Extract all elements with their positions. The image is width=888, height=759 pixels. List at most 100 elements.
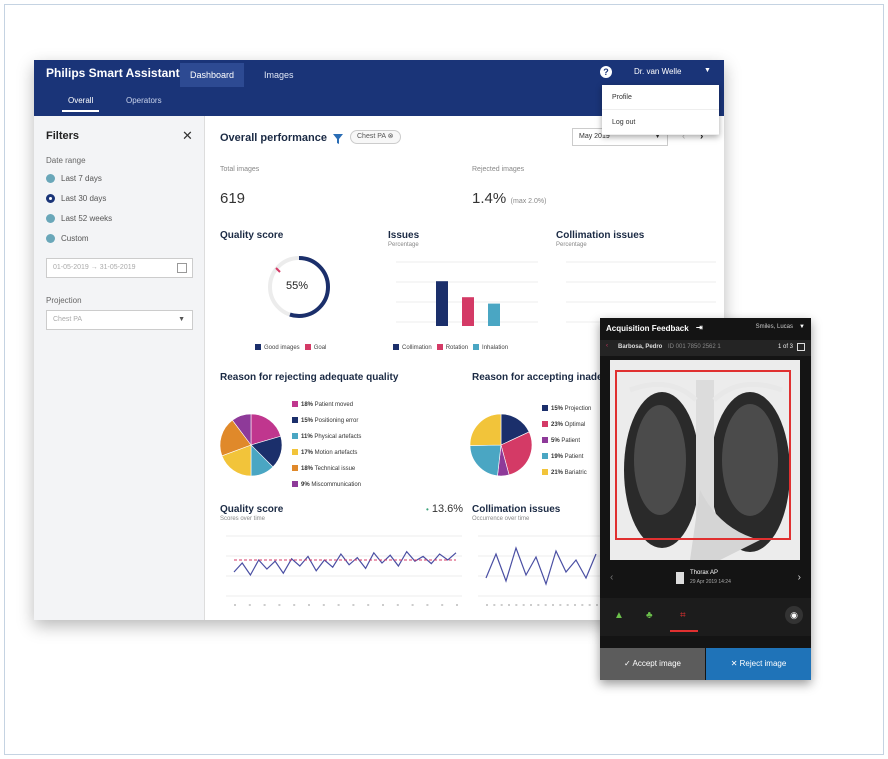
chevron-down-icon[interactable]: ▼: [799, 324, 805, 330]
legend-label: Inhalation: [482, 345, 509, 351]
subtab-operators[interactable]: Operators: [126, 96, 162, 105]
x-tick: [500, 604, 503, 606]
operator-name[interactable]: Smiles, Lucas: [756, 324, 793, 330]
legend-percent: 18%: [301, 402, 314, 408]
menu-item-logout[interactable]: Log out: [602, 110, 719, 135]
legend-percent: 18%: [301, 466, 314, 472]
accept-image-button[interactable]: ✓ Accept image: [600, 648, 705, 680]
filter-chip[interactable]: Chest PA ⊗: [350, 130, 401, 144]
reject-label: Reject image: [739, 659, 787, 668]
legend-label: Miscommunication: [309, 482, 362, 488]
image-counter: 1 of 3: [777, 344, 793, 350]
legend-swatch: [473, 344, 480, 350]
date-range-input[interactable]: 01-05-2019 → 31-05-2019: [46, 258, 193, 278]
filter-chip-label: Chest PA: [357, 133, 386, 140]
projection-value: Chest PA: [53, 316, 83, 323]
close-icon[interactable]: ✕: [182, 128, 193, 144]
legend-swatch: [542, 437, 548, 443]
collapse-icon[interactable]: ⇥: [696, 323, 703, 332]
legend-item: 15% Projection: [542, 404, 591, 414]
xray-image[interactable]: [610, 360, 800, 560]
legend-item: 18% Technical issue: [292, 464, 355, 474]
quality-trend-subtitle: Scores over time: [220, 516, 266, 522]
legend-label: Patient: [559, 438, 581, 444]
accept-label: Accept image: [632, 659, 681, 668]
exam-nav: ‹ Thorax AP 29 Apr 2019 14:24 ›: [600, 566, 811, 592]
user-name[interactable]: Dr. van Welle: [634, 67, 681, 76]
filter-icon[interactable]: [333, 134, 343, 144]
tab-images[interactable]: Images: [254, 63, 304, 87]
legend-item: 21% Bariatric: [542, 468, 587, 478]
tab-dashboard[interactable]: Dashboard: [180, 63, 245, 87]
eye-icon[interactable]: ◉: [785, 606, 803, 624]
acquisition-feedback-panel: Acquisition Feedback ⇥ Smiles, Lucas ▼ ‹…: [600, 318, 811, 680]
legend-swatch: [542, 405, 548, 411]
series-line: [485, 546, 597, 586]
crop-icon[interactable]: ⌗: [680, 610, 686, 621]
radio-last-7-days[interactable]: Last 7 days: [46, 174, 102, 183]
legend-label: Motion artefacts: [313, 450, 358, 456]
positioning-icon[interactable]: ♣: [646, 610, 653, 621]
legend-swatch: [542, 421, 548, 427]
legend-percent: 21%: [551, 470, 564, 476]
radio-last-30-days[interactable]: Last 30 days: [46, 194, 106, 203]
bar-inhalation: [488, 303, 500, 326]
legend-label: Patient moved: [313, 402, 354, 408]
chevron-down-icon[interactable]: ▼: [704, 67, 711, 74]
x-tick: [411, 604, 414, 606]
reject-reasons-legend: 18% Patient moved 15% Positioning error 11…: [292, 400, 402, 496]
projection-label: Projection: [46, 296, 82, 305]
rejected-images-max: (max 2.0%): [510, 198, 547, 205]
date-range-value: 01-05-2019 → 31-05-2019: [53, 264, 136, 271]
x-tick: [248, 604, 251, 606]
good-quality-icon[interactable]: ▲: [614, 610, 624, 621]
gallery-icon[interactable]: [797, 343, 805, 351]
radio-label: Custom: [61, 234, 89, 243]
remove-icon[interactable]: ⊗: [388, 133, 394, 140]
x-tick: [596, 604, 598, 606]
legend-item: 9% Miscommunication: [292, 480, 361, 490]
prev-icon[interactable]: ‹: [610, 572, 613, 583]
x-tick: [588, 604, 591, 606]
active-tool-indicator: [670, 630, 698, 632]
legend-item: 11% Physical artefacts: [292, 432, 361, 442]
panel-header: Acquisition Feedback ⇥ Smiles, Lucas ▼: [600, 318, 811, 338]
subtab-overall[interactable]: Overall: [61, 96, 100, 112]
legend-item: 15% Positioning error: [292, 416, 358, 426]
legend-swatch: [292, 449, 298, 455]
series-line: [233, 550, 457, 577]
legend-label: Good images: [264, 345, 300, 351]
legend-swatch: [542, 453, 548, 459]
check-icon: ✓: [624, 659, 631, 668]
app-title: Philips Smart Assistant: [46, 66, 180, 80]
menu-item-profile[interactable]: Profile: [602, 85, 719, 110]
trend-up-icon: •: [426, 505, 429, 514]
collimation-box[interactable]: [615, 370, 791, 540]
exam-date: 29 Apr 2019 14:24: [690, 579, 731, 585]
next-icon[interactable]: ›: [798, 572, 801, 583]
quality-score-title: Quality score: [220, 230, 284, 241]
accept-reasons-pie: [469, 413, 533, 477]
x-tick: [337, 604, 340, 606]
quality-score-value: 55%: [286, 280, 309, 292]
help-icon[interactable]: ?: [600, 66, 612, 78]
calendar-icon[interactable]: [177, 263, 187, 273]
projection-select[interactable]: Chest PA ▼: [46, 310, 193, 330]
reject-image-button[interactable]: ✕ Reject image: [706, 648, 811, 680]
quality-trend-chart: [226, 535, 462, 606]
legend-label: Goal: [313, 345, 327, 351]
legend-percent: 11%: [301, 434, 313, 440]
x-tick: [352, 604, 355, 606]
bar-collimation: [436, 281, 448, 326]
radio-custom[interactable]: Custom: [46, 234, 89, 243]
radio-last-52-weeks[interactable]: Last 52 weeks: [46, 214, 112, 223]
legend-swatch: [292, 465, 298, 471]
pie-slice: [469, 413, 502, 446]
issues-bar-chart: [396, 261, 538, 326]
legend-percent: 15%: [301, 418, 314, 424]
x-tick: [581, 604, 584, 606]
radio-label: Last 30 days: [61, 194, 107, 203]
back-icon[interactable]: ‹: [606, 343, 608, 349]
legend-item: 18% Patient moved: [292, 400, 353, 410]
patient-bar: ‹ Barbosa, Pedro ID 001 7850 2562 1 1 of…: [600, 340, 811, 356]
